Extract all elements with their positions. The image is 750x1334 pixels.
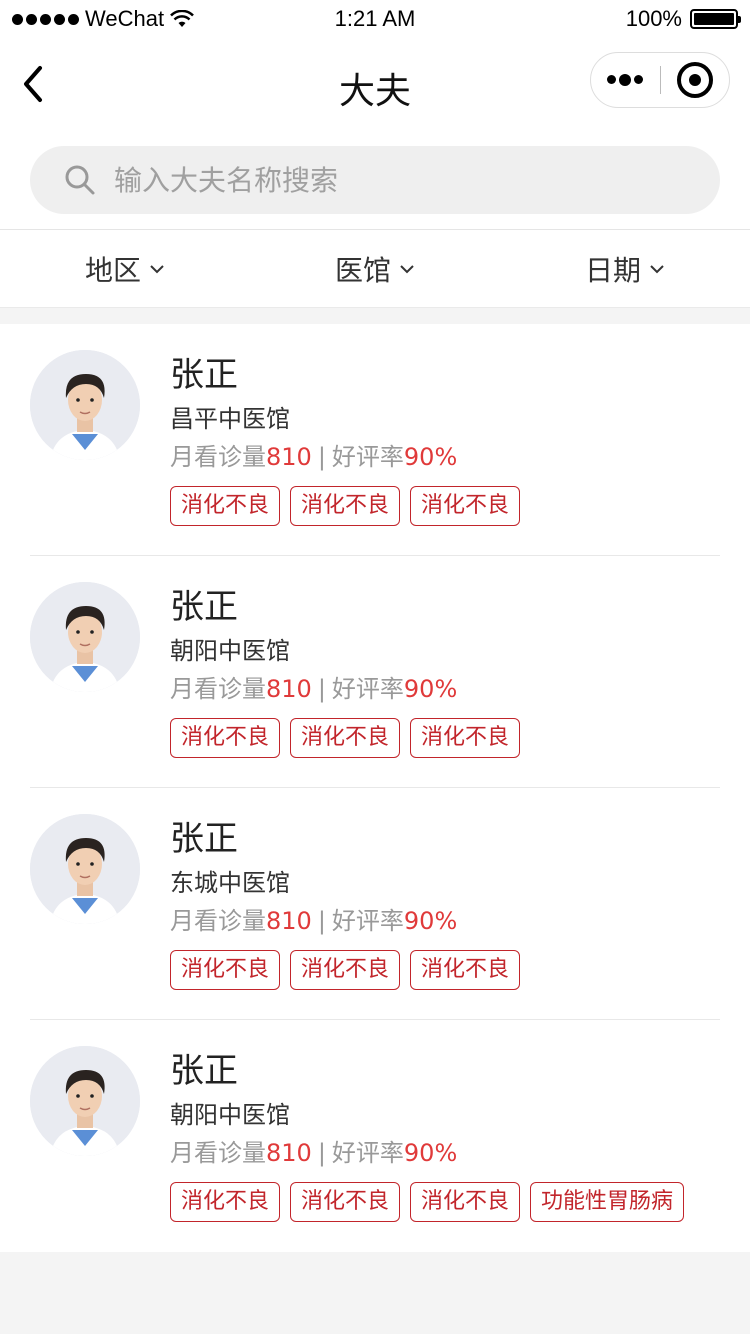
visits-value: 810 bbox=[266, 675, 312, 703]
doctor-stats: 月看诊量810 | 好评率90% bbox=[170, 670, 720, 708]
filter-label: 医馆 bbox=[334, 253, 391, 287]
filter-bar: 地区 医馆 日期 bbox=[0, 230, 750, 308]
search-icon bbox=[65, 165, 95, 195]
doctor-hospital: 昌平中医馆 bbox=[170, 405, 290, 433]
specialty-tags: 消化不良 消化不良 消化不良 功能性胃肠病 bbox=[170, 1182, 720, 1222]
chevron-down-icon bbox=[650, 264, 664, 273]
rating-value: 90% bbox=[403, 907, 458, 935]
search-bar[interactable] bbox=[30, 146, 720, 214]
specialty-tag[interactable]: 消化不良 bbox=[410, 950, 521, 990]
avatar bbox=[30, 1046, 140, 1156]
stats-divider: | bbox=[317, 1139, 326, 1167]
doctor-stats: 月看诊量810 | 好评率90% bbox=[170, 438, 720, 476]
rating-value: 90% bbox=[403, 675, 458, 703]
doctor-list: 张正 昌平中医馆 月看诊量810 | 好评率90% 消化不良 消化不良 消化不良 张正 朝阳中医… bbox=[0, 324, 750, 1252]
doctor-card[interactable]: 张正 朝阳中医馆 月看诊量810 | 好评率90% 消化不良 消化不良 消化不良 功能性胃肠病 bbox=[30, 1020, 720, 1252]
doctor-name: 张正 bbox=[170, 1051, 238, 1091]
battery-label: 100% bbox=[625, 6, 682, 31]
stats-divider: | bbox=[317, 907, 326, 935]
avatar bbox=[30, 350, 140, 460]
page-bottom bbox=[0, 1252, 750, 1334]
doctor-hospital: 朝阳中医馆 bbox=[170, 637, 290, 665]
visits-value: 810 bbox=[266, 1139, 312, 1167]
more-icon[interactable] bbox=[591, 73, 660, 86]
visits-value: 810 bbox=[266, 443, 312, 471]
nav-bar: 大夫 bbox=[0, 40, 750, 128]
specialty-tag[interactable]: 消化不良 bbox=[290, 718, 401, 758]
rating-label: 好评率 bbox=[331, 907, 404, 935]
battery-icon bbox=[690, 9, 741, 29]
doctor-stats: 月看诊量810 | 好评率90% bbox=[170, 1134, 720, 1172]
specialty-tag[interactable]: 功能性胃肠病 bbox=[530, 1182, 685, 1222]
status-right: 100% bbox=[625, 6, 741, 32]
visits-label: 月看诊量 bbox=[170, 1139, 266, 1167]
filter-label: 地区 bbox=[84, 253, 141, 287]
rating-label: 好评率 bbox=[331, 675, 404, 703]
doctor-name: 张正 bbox=[170, 587, 238, 627]
doctor-info: 张正 昌平中医馆 月看诊量810 | 好评率90% 消化不良 消化不良 消化不良 bbox=[170, 348, 720, 529]
specialty-tag[interactable]: 消化不良 bbox=[410, 718, 521, 758]
rating-label: 好评率 bbox=[331, 1139, 404, 1167]
doctor-info: 张正 东城中医馆 月看诊量810 | 好评率90% 消化不良 消化不良 消化不良 bbox=[170, 812, 720, 993]
doctor-name: 张正 bbox=[170, 819, 238, 859]
visits-label: 月看诊量 bbox=[170, 443, 266, 471]
filter-clinic[interactable]: 医馆 bbox=[250, 249, 500, 289]
specialty-tag[interactable]: 消化不良 bbox=[170, 1182, 281, 1222]
doctor-name: 张正 bbox=[170, 355, 238, 395]
doctor-hospital: 东城中医馆 bbox=[170, 869, 290, 897]
avatar bbox=[30, 814, 140, 924]
doctor-info: 张正 朝阳中医馆 月看诊量810 | 好评率90% 消化不良 消化不良 消化不良 功能性胃肠病 bbox=[170, 1044, 720, 1226]
filter-region[interactable]: 地区 bbox=[0, 249, 250, 289]
doctor-card[interactable]: 张正 东城中医馆 月看诊量810 | 好评率90% 消化不良 消化不良 消化不良 bbox=[30, 788, 720, 1020]
stats-divider: | bbox=[317, 443, 326, 471]
doctor-card[interactable]: 张正 朝阳中医馆 月看诊量810 | 好评率90% 消化不良 消化不良 消化不良 bbox=[30, 556, 720, 788]
header: WeChat 1:21 AM 100% 大夫 输入大夫名称搜索 地区 医馆 日期 bbox=[0, 0, 750, 308]
specialty-tag[interactable]: 消化不良 bbox=[170, 486, 281, 526]
filter-label: 日期 bbox=[584, 253, 641, 287]
doctor-hospital: 朝阳中医馆 bbox=[170, 1101, 290, 1129]
specialty-tag[interactable]: 消化不良 bbox=[410, 1182, 521, 1222]
close-miniprogram-icon[interactable] bbox=[661, 62, 730, 98]
rating-value: 90% bbox=[403, 443, 458, 471]
specialty-tag[interactable]: 消化不良 bbox=[170, 950, 281, 990]
rating-label: 好评率 bbox=[331, 443, 404, 471]
doctor-info: 张正 朝阳中医馆 月看诊量810 | 好评率90% 消化不良 消化不良 消化不良 bbox=[170, 580, 720, 761]
specialty-tag[interactable]: 消化不良 bbox=[290, 950, 401, 990]
specialty-tags: 消化不良 消化不良 消化不良 bbox=[170, 950, 720, 990]
chevron-down-icon bbox=[150, 264, 164, 273]
specialty-tag[interactable]: 消化不良 bbox=[290, 1182, 401, 1222]
specialty-tags: 消化不良 消化不良 消化不良 bbox=[170, 486, 720, 526]
rating-value: 90% bbox=[403, 1139, 458, 1167]
doctor-card[interactable]: 张正 昌平中医馆 月看诊量810 | 好评率90% 消化不良 消化不良 消化不良 bbox=[30, 324, 720, 556]
search-section bbox=[0, 128, 750, 230]
section-gap bbox=[0, 308, 750, 324]
visits-label: 月看诊量 bbox=[170, 675, 266, 703]
miniprogram-capsule bbox=[590, 52, 730, 108]
avatar bbox=[30, 582, 140, 692]
specialty-tag[interactable]: 消化不良 bbox=[290, 486, 401, 526]
specialty-tags: 消化不良 消化不良 消化不良 bbox=[170, 718, 720, 758]
filter-date[interactable]: 日期 bbox=[500, 249, 750, 289]
specialty-tag[interactable]: 消化不良 bbox=[410, 486, 521, 526]
specialty-tag[interactable]: 消化不良 bbox=[170, 718, 281, 758]
status-bar: WeChat 1:21 AM 100% bbox=[0, 0, 750, 40]
visits-value: 810 bbox=[266, 907, 312, 935]
visits-label: 月看诊量 bbox=[170, 907, 266, 935]
chevron-down-icon bbox=[400, 264, 414, 273]
stats-divider: | bbox=[317, 675, 326, 703]
search-input[interactable] bbox=[114, 163, 634, 197]
doctor-stats: 月看诊量810 | 好评率90% bbox=[170, 902, 720, 940]
